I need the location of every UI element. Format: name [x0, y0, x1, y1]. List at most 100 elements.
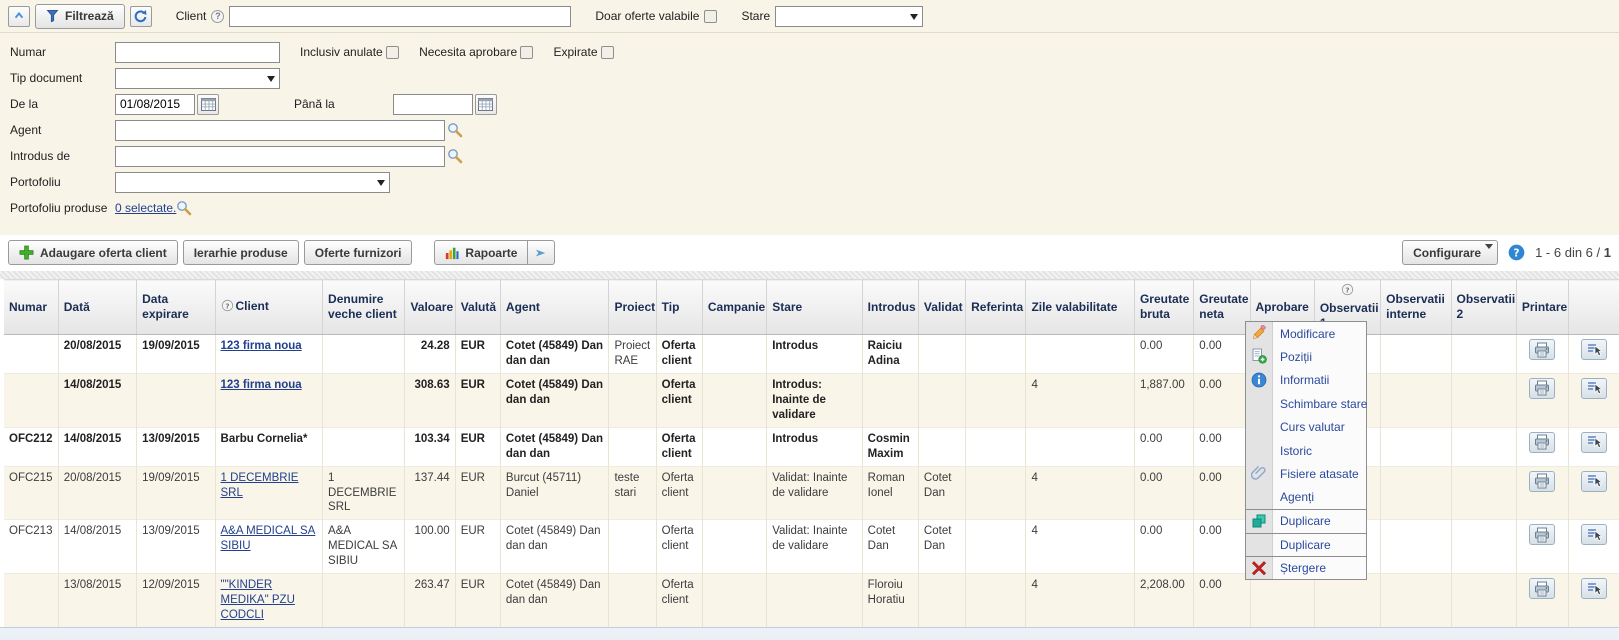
print-button[interactable] [1529, 524, 1555, 545]
filtreaza-button[interactable]: Filtrează [35, 4, 125, 29]
agent-input[interactable] [115, 120, 445, 141]
introdus-de-search-icon[interactable] [447, 148, 463, 164]
pana-la-input[interactable] [393, 94, 473, 115]
hierarchy-button[interactable]: Ierarhie produse [183, 240, 299, 265]
row-actions-button[interactable] [1581, 578, 1607, 599]
cell-observatii_2 [1451, 574, 1516, 627]
col-header-stare[interactable]: Stare [767, 280, 862, 335]
collapse-filter-button[interactable] [8, 6, 30, 27]
col-header-client[interactable]: ?Client [215, 280, 323, 335]
row-actions-button[interactable] [1581, 339, 1607, 360]
client-link[interactable]: 1 DECEMBRIE SRL [221, 472, 299, 499]
col-header-tip[interactable]: Tip [656, 280, 702, 335]
numar-input[interactable] [115, 42, 280, 63]
col-header-greutate_neta[interactable]: Greutate neta [1194, 280, 1250, 335]
col-header-validat[interactable]: Validat [918, 280, 965, 335]
info-icon [1251, 372, 1267, 388]
menu-item-pozitii[interactable]: Poziții [1246, 345, 1366, 368]
col-header-actiuni[interactable] [1569, 280, 1619, 335]
menu-item-agenti[interactable]: Agenți [1246, 486, 1366, 509]
menu-item-fisiere-atasate[interactable]: Fisiere atasate [1246, 462, 1366, 485]
doar-oferte-checkbox[interactable] [704, 10, 717, 23]
necesita-aprobare-checkbox[interactable] [520, 46, 533, 59]
print-button[interactable] [1529, 378, 1555, 399]
pana-la-calendar-button[interactable] [475, 94, 497, 115]
print-button[interactable] [1529, 432, 1555, 453]
reports-button[interactable]: Rapoarte [434, 240, 528, 265]
observatii-help-icon[interactable]: ? [1320, 283, 1375, 300]
col-header-printare[interactable]: Printare [1516, 280, 1568, 335]
cell-actiuni [1569, 335, 1619, 374]
agent-search-icon[interactable] [447, 122, 463, 138]
row-actions-button[interactable] [1581, 432, 1607, 453]
print-button[interactable] [1529, 471, 1555, 492]
col-header-zile[interactable]: Zile valabilitate [1026, 280, 1135, 335]
client-link[interactable]: 123 firma noua [221, 340, 302, 352]
client-link[interactable]: A&A MEDICAL SA SIBIU [221, 525, 316, 552]
col-header-valuta[interactable]: Valută [455, 280, 500, 335]
portofoliu-produse-link[interactable]: 0 selectate. [115, 201, 176, 215]
print-button[interactable] [1529, 578, 1555, 599]
introdus-de-label: Introdus de [10, 149, 115, 163]
client-input[interactable] [229, 6, 571, 27]
cell-referinta [966, 335, 1026, 374]
col-header-campanie[interactable]: Campanie [702, 280, 766, 335]
col-header-agent[interactable]: Agent [500, 280, 609, 335]
bar-chart-icon [445, 246, 459, 260]
add-offer-button[interactable]: Adaugare oferta client [8, 240, 178, 265]
reports-arrow-button[interactable] [528, 240, 555, 265]
cell-validat: Cotet Dan [918, 520, 965, 574]
svg-text:?: ? [1514, 246, 1520, 259]
col-header-data_expirare[interactable]: Data expirare [137, 280, 215, 335]
row-actions-button[interactable] [1581, 378, 1607, 399]
menu-item-duplicare-1[interactable]: Duplicare [1246, 509, 1366, 532]
client-link[interactable]: ""KINDER MEDIKA" PZU CODCLI [221, 579, 295, 621]
cell-introdus: Floroiu Horatiu [862, 574, 918, 627]
menu-item-duplicare-2[interactable]: Duplicare [1246, 533, 1366, 556]
add-offer-label: Adaugare oferta client [40, 246, 167, 260]
introdus-de-input[interactable] [115, 146, 445, 167]
portofoliu-select[interactable] [115, 172, 390, 193]
menu-item-istoric[interactable]: Istoric [1246, 439, 1366, 462]
col-header-proiect[interactable]: Proiect [609, 280, 656, 335]
col-header-valoare[interactable]: Valoare [405, 280, 455, 335]
client-link[interactable]: 123 firma noua [221, 379, 302, 391]
print-button[interactable] [1529, 339, 1555, 360]
col-header-observatii_2[interactable]: Observatii 2 [1451, 280, 1516, 335]
menu-item-curs-valutar[interactable]: Curs valutar [1246, 416, 1366, 439]
row-actions-button[interactable] [1581, 471, 1607, 492]
de-la-calendar-button[interactable] [197, 94, 219, 115]
col-header-observatii_interne[interactable]: Observatii interne [1381, 280, 1451, 335]
menu-item-informatii[interactable]: Informatii [1246, 369, 1366, 392]
positions-icon [1251, 348, 1267, 364]
row-actions-button[interactable] [1581, 524, 1607, 545]
inclusiv-anulate-checkbox[interactable] [386, 46, 399, 59]
col-header-introdus[interactable]: Introdus [862, 280, 918, 335]
client-help-icon[interactable]: ? [211, 10, 224, 23]
refresh-button[interactable] [130, 6, 152, 27]
stare-select[interactable] [775, 6, 923, 27]
cell-observatii_interne [1381, 335, 1451, 374]
cell-tip: Oferta client [656, 427, 702, 466]
col-header-referinta[interactable]: Referinta [966, 280, 1026, 335]
cell-stare: Introdus [767, 427, 862, 466]
client-col-help-icon[interactable]: ? [221, 301, 234, 315]
tip-document-select[interactable] [115, 68, 280, 89]
configurare-button[interactable]: Configurare [1402, 240, 1498, 265]
portofoliu-produse-search-icon[interactable] [176, 200, 192, 216]
pencil-icon [1251, 325, 1267, 341]
col-header-denumire_veche[interactable]: Denumire veche client [323, 280, 405, 335]
col-header-data[interactable]: Dată [58, 280, 136, 335]
col-header-greutate_bruta[interactable]: Greutate bruta [1134, 280, 1193, 335]
expirate-checkbox[interactable] [601, 46, 614, 59]
cell-observatii_interne [1381, 373, 1451, 427]
menu-item-modificare[interactable]: Modificare [1246, 322, 1366, 345]
help-icon[interactable]: ? [1508, 244, 1525, 261]
menu-item-schimbare-stare[interactable]: Schimbare stare [1246, 392, 1366, 415]
cell-actiuni [1569, 466, 1619, 520]
de-la-input[interactable] [115, 94, 195, 115]
col-header-numar[interactable]: Numar [4, 280, 58, 335]
supplier-offers-button[interactable]: Oferte furnizori [304, 240, 413, 265]
cell-greutate_neta: 0.00 [1194, 520, 1250, 574]
menu-item-stergere[interactable]: Ștergere [1246, 556, 1366, 579]
